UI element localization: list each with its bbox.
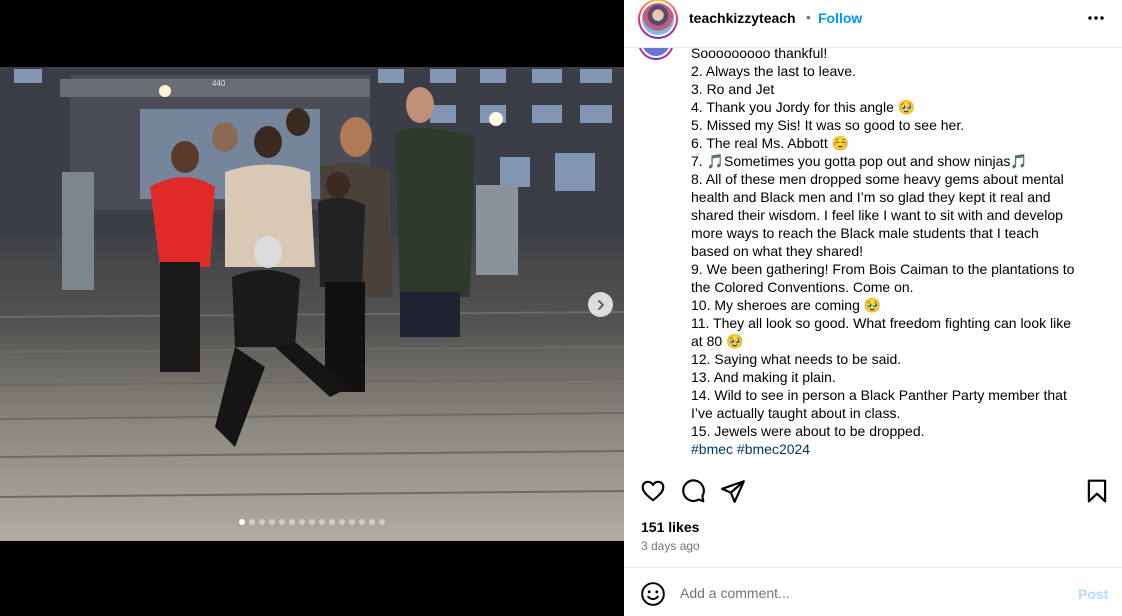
carousel-dot [349,519,355,525]
share-icon[interactable] [720,478,746,504]
likes-count[interactable]: 151 likes [641,519,699,535]
carousel-dot [269,519,275,525]
carousel-dot [329,519,335,525]
caption-line: 9. We been gathering! From Bois Caiman t… [691,261,1075,277]
carousel-dot [379,519,385,525]
follow-button[interactable]: Follow [818,10,862,26]
carousel-dot [239,519,245,525]
carousel-dot [299,519,305,525]
post-details-panel: Sooooooooo thankful! 2. Always the last t… [624,0,1122,616]
more-horizontal-icon[interactable] [1086,8,1106,28]
comment-input[interactable] [680,581,1060,605]
caption-hashtags: #bmec #bmec2024 [691,440,1101,458]
carousel-dot [319,519,325,525]
caption-line: 12. Saying what needs to be said. [691,351,902,367]
caption-line: 11. They all look so good. What freedom … [691,315,1072,331]
caption-line: the Colored Conventions. Come on. [691,279,914,295]
caption-line: I’ve actually taught about in class. [691,405,901,421]
carousel-dot [339,519,345,525]
author-username[interactable]: teachkizzyteach [689,10,796,26]
caption-line: 2. Always the last to leave. [691,63,856,79]
caption-line: 6. The real Ms. Abbott ☺️ [691,135,850,151]
author-avatar[interactable] [638,0,678,39]
caption-line: more ways to reach the Black male studen… [691,225,1039,241]
caption-line: 14. Wild to see in person a Black Panthe… [691,387,1067,403]
caption-line: 10. My sheroes are coming 🥹 [691,297,882,313]
caption-line: at 80 🥹 [691,333,744,349]
post-media: 440 [0,0,624,616]
heart-icon[interactable] [640,478,666,504]
post-timestamp[interactable]: 3 days ago [641,539,700,553]
caption-line: 7. 🎵Sometimes you gotta pop out and show… [691,153,1028,169]
hashtag-link[interactable]: #bmec2024 [737,441,810,457]
comment-icon[interactable] [680,478,706,504]
post-header: teachkizzyteach • Follow [624,0,1122,48]
carousel-dot [369,519,375,525]
instagram-post: 440 Sooooooooo thankful! 2. Always the l… [0,0,1122,616]
post-comment-button[interactable]: Post [1078,586,1108,602]
bookmark-icon[interactable] [1084,478,1110,504]
caption-line: 8. All of these men dropped some heavy g… [691,171,1064,187]
hashtag-link[interactable]: #bmec [691,441,733,457]
caption-line: 3. Ro and Jet [691,81,775,97]
caption-author-avatar[interactable] [638,48,674,60]
carousel-dot [279,519,285,525]
caption-line: shared their wisdom. I feel like I want … [691,207,1063,223]
caption-line: 5. Missed my Sis! It was so good to see … [691,117,965,133]
emoji-icon[interactable] [640,581,666,607]
caption-line: 15. Jewels were about to be dropped. [691,423,925,439]
caption-line: health and Black men and I’m so glad the… [691,189,1051,205]
post-photo[interactable]: 440 [0,67,624,541]
carousel-indicator [0,519,624,525]
carousel-dot [259,519,265,525]
post-caption: Sooooooooo thankful! 2. Always the last t… [691,48,1101,458]
caption-line: Sooooooooo thankful! [691,48,828,61]
carousel-dot [249,519,255,525]
carousel-dot [359,519,365,525]
caption-line: based on what they shared! [691,243,864,259]
header-separator: • [806,9,811,25]
chevron-right-icon [597,299,604,310]
carousel-dot [289,519,295,525]
carousel-next-button[interactable] [588,292,613,317]
post-actions [624,468,1122,514]
caption-line: 13. And making it plain. [691,369,836,385]
building-number: 440 [212,79,226,88]
caption-line: 4. Thank you Jordy for this angle 🥹 [691,99,916,115]
carousel-dot [309,519,315,525]
caption-scroll-area[interactable]: Sooooooooo thankful! 2. Always the last t… [624,48,1122,468]
comment-bar: Post [624,567,1122,616]
group-photo-illustration: 440 [0,67,624,498]
